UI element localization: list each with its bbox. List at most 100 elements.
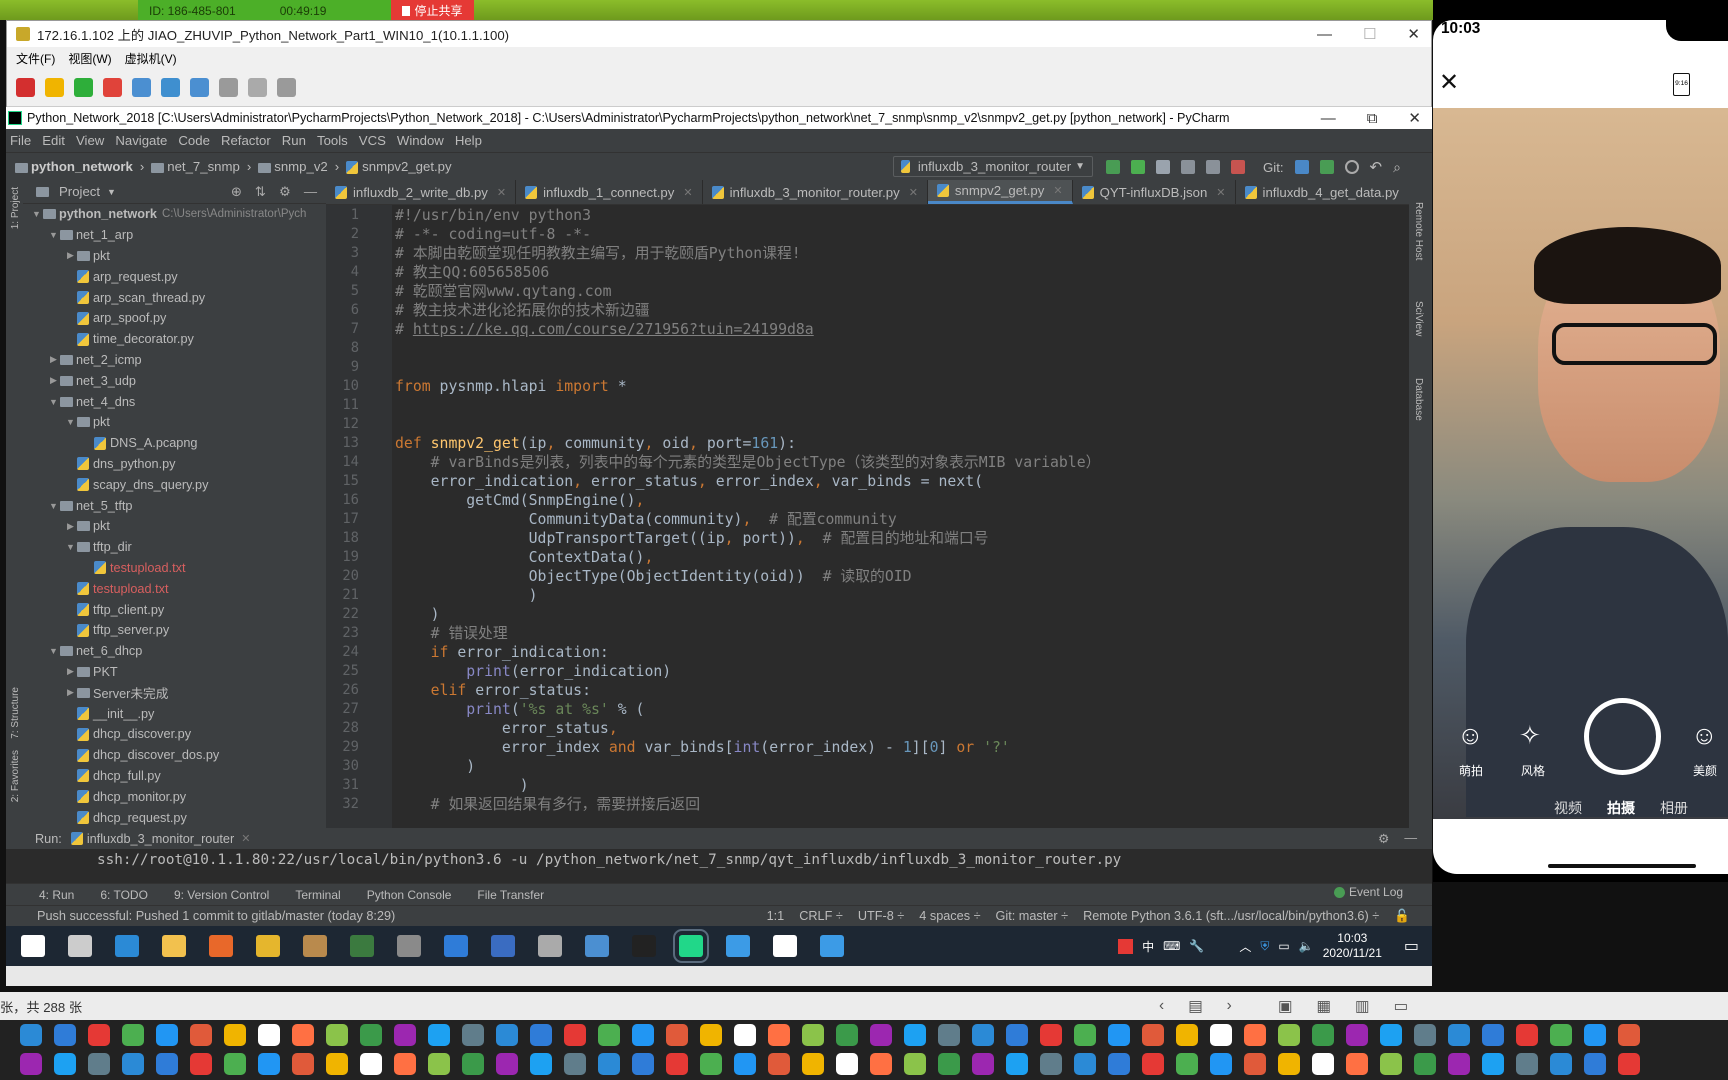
dock-app-icon[interactable] xyxy=(496,1053,518,1075)
tree-item[interactable]: arp_request.py xyxy=(23,266,326,287)
pause-icon[interactable] xyxy=(45,78,64,97)
list-icon[interactable]: ▤ xyxy=(1188,997,1203,1016)
database-icon[interactable] xyxy=(538,935,562,957)
mode-album[interactable]: 相册 xyxy=(1660,798,1688,818)
notifications-icon[interactable]: ▭ xyxy=(1404,936,1419,956)
tree-item[interactable]: ▶ pkt xyxy=(23,516,326,537)
close-button[interactable]: ✕ xyxy=(1407,25,1420,43)
dock-app-icon[interactable] xyxy=(904,1053,926,1075)
chevron-right-icon[interactable]: ▶ xyxy=(64,687,77,698)
tools-icon[interactable]: 🔧 xyxy=(1189,939,1204,953)
dock-app-icon[interactable] xyxy=(734,1053,756,1075)
tree-item[interactable]: tftp_client.py xyxy=(23,599,326,620)
edge-icon[interactable] xyxy=(115,935,139,957)
dock-app-icon[interactable] xyxy=(1584,1024,1606,1046)
dock-app-icon[interactable] xyxy=(292,1053,314,1075)
lock-icon[interactable]: 🔓 xyxy=(1394,909,1410,924)
dock-app-icon[interactable] xyxy=(1142,1024,1164,1046)
tree-item[interactable]: time_decorator.py xyxy=(23,329,326,350)
dock-app-icon[interactable] xyxy=(1550,1053,1572,1075)
dock-app-icon[interactable] xyxy=(598,1024,620,1046)
tray-app-icon[interactable] xyxy=(1118,938,1134,954)
dock-app-icon[interactable] xyxy=(1550,1024,1572,1046)
line-separator[interactable]: CRLF ÷ xyxy=(799,909,843,924)
collapse-icon[interactable]: ⇅ xyxy=(255,184,266,200)
chevron-down-icon[interactable]: ▼ xyxy=(47,646,60,656)
dock-app-icon[interactable] xyxy=(156,1024,178,1046)
dock-app-icon[interactable] xyxy=(496,1024,518,1046)
style-label[interactable]: 风格 xyxy=(1521,762,1545,779)
dock-app-icon[interactable] xyxy=(1618,1053,1640,1075)
dock-app-icon[interactable] xyxy=(1074,1024,1096,1046)
chevron-right-icon[interactable]: ▶ xyxy=(47,354,60,365)
chevron-down-icon[interactable]: ▼ xyxy=(47,230,60,240)
chevron-down-icon[interactable]: ▼ xyxy=(64,542,77,552)
status-message[interactable]: Push successful: Pushed 1 commit to gitl… xyxy=(37,909,395,923)
dock-app-icon[interactable] xyxy=(632,1053,654,1075)
close-icon[interactable]: ✕ xyxy=(1439,68,1459,97)
snapshot-icon[interactable] xyxy=(132,78,151,97)
volume-icon[interactable]: 🔈 xyxy=(1299,939,1314,953)
keyboard-icon[interactable]: ⌨ xyxy=(1163,939,1180,953)
dock-app-icon[interactable] xyxy=(666,1024,688,1046)
dock-app-icon[interactable] xyxy=(1040,1024,1062,1046)
dock-app-icon[interactable] xyxy=(1006,1024,1028,1046)
tree-item[interactable]: dhcp_monitor.py xyxy=(23,786,326,807)
dock-app-icon[interactable] xyxy=(1006,1053,1028,1075)
locate-icon[interactable]: ⊕ xyxy=(231,184,242,200)
tab-snmpv2-get-py[interactable]: snmpv2_get.py ✕ xyxy=(927,180,1073,204)
dock-app-icon[interactable] xyxy=(972,1024,994,1046)
tree-item[interactable]: ▼ net_6_dhcp xyxy=(23,641,326,662)
cute-filter-label[interactable]: 萌拍 xyxy=(1459,762,1483,779)
chrome-icon[interactable] xyxy=(256,935,280,957)
app-icon[interactable] xyxy=(726,935,750,957)
chevron-right-icon[interactable]: ▶ xyxy=(47,375,60,386)
dock-app-icon[interactable] xyxy=(1618,1024,1640,1046)
gear-icon[interactable]: ⚙ xyxy=(1378,831,1389,846)
tree-item[interactable]: ▼ net_1_arp xyxy=(23,225,326,246)
tree-item[interactable]: testupload.txt xyxy=(23,558,326,579)
dock-app-icon[interactable] xyxy=(54,1053,76,1075)
terminal-icon[interactable] xyxy=(632,935,656,957)
dock-app-icon[interactable] xyxy=(1210,1053,1232,1075)
next-icon[interactable]: › xyxy=(1227,997,1232,1016)
chevron-right-icon[interactable]: ▶ xyxy=(64,250,77,261)
favorites-tool-button[interactable]: 2: Favorites xyxy=(10,750,21,802)
tab-influxdb-3-monitor-router-py[interactable]: influxdb_3_monitor_router.py ✕ xyxy=(703,180,928,204)
dock-app-icon[interactable] xyxy=(564,1053,586,1075)
grid-icon[interactable]: ▦ xyxy=(1316,997,1331,1016)
dock-app-icon[interactable] xyxy=(1448,1024,1470,1046)
dock-app-icon[interactable] xyxy=(360,1053,382,1075)
dock-app-icon[interactable] xyxy=(1278,1024,1300,1046)
dock-app-icon[interactable] xyxy=(938,1053,960,1075)
dock-app-icon[interactable] xyxy=(530,1053,552,1075)
dock-app-icon[interactable] xyxy=(1482,1024,1504,1046)
chevron-down-icon[interactable]: ▼ xyxy=(47,397,60,407)
pycharm-icon[interactable] xyxy=(673,929,709,963)
dock-app-icon[interactable] xyxy=(700,1053,722,1075)
dock-app-icon[interactable] xyxy=(88,1024,110,1046)
dock-app-icon[interactable] xyxy=(1312,1024,1334,1046)
style-icon[interactable]: ✧ xyxy=(1519,720,1541,751)
dock-app-icon[interactable] xyxy=(1482,1053,1504,1075)
tab-influxdb-4-get-data-py[interactable]: influxdb_4_get_data.py✕ xyxy=(1236,180,1428,204)
mode-video[interactable]: 视频 xyxy=(1554,798,1582,818)
dock-app-icon[interactable] xyxy=(802,1024,824,1046)
dock-app-icon[interactable] xyxy=(224,1024,246,1046)
dock-app-icon[interactable] xyxy=(20,1053,42,1075)
dock-app-icon[interactable] xyxy=(632,1024,654,1046)
dock-app-icon[interactable] xyxy=(190,1053,212,1075)
dock-app-icon[interactable] xyxy=(666,1053,688,1075)
manage-snapshots-icon[interactable] xyxy=(190,78,209,97)
dock-app-icon[interactable] xyxy=(88,1053,110,1075)
tree-item[interactable]: DNS_A.pcapng xyxy=(23,433,326,454)
close-icon[interactable]: ✕ xyxy=(909,186,918,199)
dock-app-icon[interactable] xyxy=(1176,1053,1198,1075)
gear-icon[interactable]: ⚙ xyxy=(279,184,291,200)
dock-app-icon[interactable] xyxy=(904,1024,926,1046)
remote-host-tool-button[interactable]: Remote Host xyxy=(1413,202,1424,260)
tree-item[interactable]: ▶ net_3_udp xyxy=(23,370,326,391)
chevron-down-icon[interactable]: ▼ xyxy=(107,187,116,197)
tool-window-9-version-control[interactable]: 9: Version Control xyxy=(174,888,269,902)
dock-app-icon[interactable] xyxy=(258,1024,280,1046)
